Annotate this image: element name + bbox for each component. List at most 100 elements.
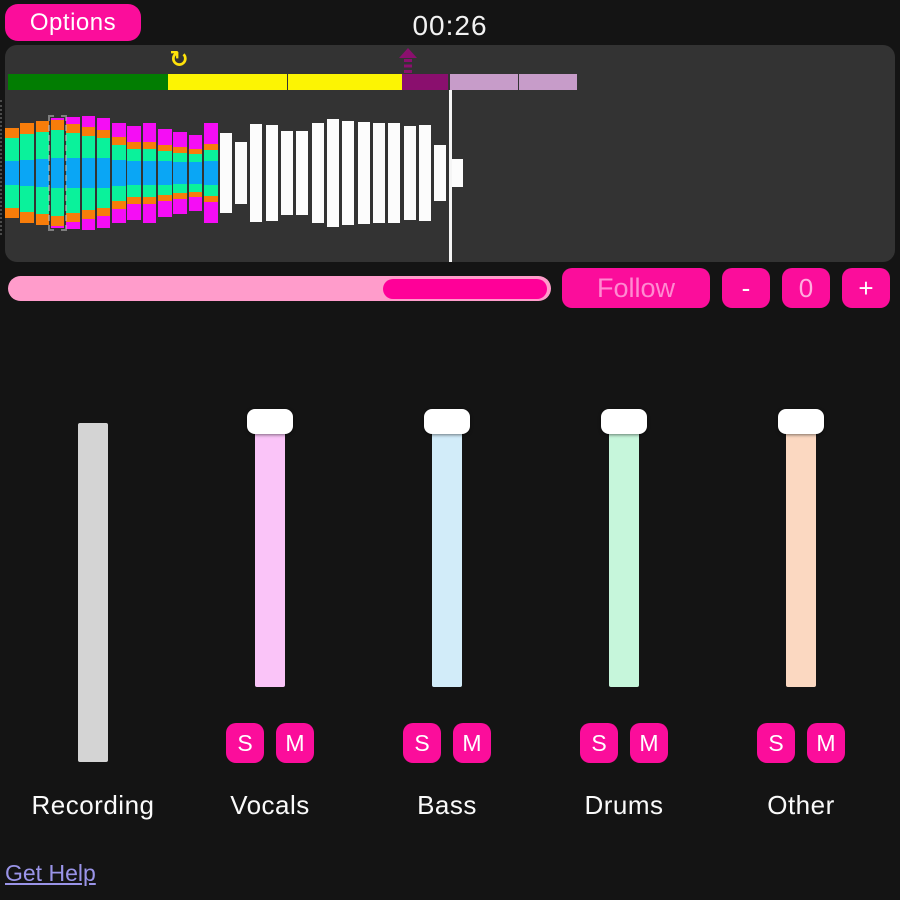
waveform-bar-segment <box>97 118 111 130</box>
waveform-bar-segment <box>66 188 80 213</box>
waveform-bar-segment <box>112 137 126 145</box>
waveform-bar-segment <box>20 212 34 223</box>
waveform-bar-segment <box>127 149 141 161</box>
other-slider-thumb[interactable] <box>778 409 824 434</box>
waveform-bar-white <box>342 121 354 225</box>
waveform-bar-colored <box>20 123 34 223</box>
waveform-bar-segment <box>250 124 262 222</box>
zoom-in-button[interactable]: + <box>842 268 890 308</box>
waveform-bar-segment <box>342 121 354 225</box>
waveform-bar-segment <box>112 201 126 209</box>
waveform-bar-segment <box>204 161 218 185</box>
waveform-bar-segment <box>143 197 157 204</box>
waveform-bar-segment <box>158 185 172 195</box>
waveform-bar-segment <box>82 210 96 219</box>
other-slider-track[interactable] <box>786 420 816 687</box>
waveform-bar-segment <box>20 134 34 160</box>
mixer: RecordingSMVocalsSMBassSMDrumsSMOther <box>0 400 900 830</box>
zoom-value-button[interactable]: 0 <box>782 268 830 308</box>
waveform-bar-segment <box>112 209 126 223</box>
waveform-bar-segment <box>82 127 96 136</box>
mute-button-bass[interactable]: M <box>453 723 491 763</box>
waveform-bar-segment <box>127 161 141 185</box>
drums-slider-thumb[interactable] <box>601 409 647 434</box>
waveform-bar-segment <box>189 162 203 184</box>
waveform-bar-colored <box>82 116 96 230</box>
waveform-bar-segment <box>281 131 293 215</box>
mute-button-drums[interactable]: M <box>630 723 668 763</box>
waveform-bar-segment <box>127 126 141 142</box>
get-help-link[interactable]: Get Help <box>5 860 96 887</box>
waveform-bar-segment <box>127 204 141 220</box>
waveform-bar-segment <box>220 133 232 213</box>
vocals-slider-track[interactable] <box>255 420 285 687</box>
zoom-out-button[interactable]: - <box>722 268 770 308</box>
waveform-bar-segment <box>97 138 111 158</box>
waveform-bar-segment <box>451 159 463 187</box>
waveform-bar-segment <box>204 123 218 144</box>
waveform-scrollbar[interactable] <box>8 276 551 301</box>
recording-slider-track[interactable] <box>78 423 108 762</box>
waveform-bar-colored <box>127 126 141 220</box>
waveform-bar-white <box>220 133 232 213</box>
solo-button-vocals[interactable]: S <box>226 723 264 763</box>
waveform-bar-segment <box>173 162 187 184</box>
waveform-bar-segment <box>5 128 19 138</box>
left-edge-dashes <box>0 100 2 235</box>
scrollbar-thumb[interactable] <box>383 279 547 299</box>
waveform-bar-segment <box>82 136 96 158</box>
waveform-bar-white <box>296 131 308 215</box>
waveform-bar-segment <box>5 185 19 208</box>
bass-slider-track[interactable] <box>432 420 462 687</box>
waveform-bar-white <box>327 119 339 227</box>
waveform-bar-segment <box>5 208 19 218</box>
waveform-bar-segment <box>66 117 80 124</box>
solo-button-drums[interactable]: S <box>580 723 618 763</box>
waveform-bar-segment <box>127 185 141 197</box>
bass-label: Bass <box>347 790 547 821</box>
waveform-bar-white <box>235 142 247 204</box>
waveform-bar-segment <box>66 133 80 158</box>
app-root: Options 00:26 ↻ Follow - 0 + RecordingSM… <box>0 0 900 900</box>
focused-bar-outline <box>48 115 68 231</box>
solo-button-other[interactable]: S <box>757 723 795 763</box>
waveform-panel[interactable]: ↻ <box>5 45 895 262</box>
waveform-bar-segment <box>158 151 172 161</box>
waveform-bar-segment <box>204 150 218 161</box>
waveform-bar-segment <box>66 158 80 188</box>
mute-button-vocals[interactable]: M <box>276 723 314 763</box>
waveform-bar-segment <box>373 123 385 223</box>
drums-slider-track[interactable] <box>609 420 639 687</box>
waveform-bar-segment <box>173 199 187 214</box>
playhead[interactable] <box>449 90 452 262</box>
waveform-bar-white <box>434 145 446 201</box>
vocals-slider-thumb[interactable] <box>247 409 293 434</box>
waveform-bar-colored <box>189 135 203 211</box>
waveform-bar-segment <box>189 197 203 211</box>
waveform-bar-segment <box>158 129 172 145</box>
waveform-bar-colored <box>112 123 126 223</box>
waveform-bar-segment <box>173 153 187 162</box>
waveform-bar-segment <box>20 160 34 186</box>
waveform-bar-segment <box>20 186 34 212</box>
solo-button-bass[interactable]: S <box>403 723 441 763</box>
waveform-bar-segment <box>143 142 157 149</box>
waveform-bar-segment <box>97 208 111 216</box>
waveform-bar-colored <box>97 118 111 228</box>
waveform-bar-segment <box>82 158 96 188</box>
waveform-bar-segment <box>189 184 203 192</box>
waveform-bar-white <box>404 126 416 220</box>
waveform-bar-colored <box>204 123 218 223</box>
vocals-label: Vocals <box>170 790 370 821</box>
waveform-bar-segment <box>66 124 80 133</box>
waveform-bar-segment <box>189 135 203 149</box>
waveform-bar-white <box>266 125 278 221</box>
waveform-bar-segment <box>312 123 324 223</box>
waveform-bar-segment <box>5 161 19 185</box>
bass-slider-thumb[interactable] <box>424 409 470 434</box>
mute-button-other[interactable]: M <box>807 723 845 763</box>
drums-label: Drums <box>524 790 724 821</box>
follow-button[interactable]: Follow <box>562 268 710 308</box>
waveform-bar-colored <box>158 129 172 217</box>
waveform-bar-segment <box>127 197 141 204</box>
